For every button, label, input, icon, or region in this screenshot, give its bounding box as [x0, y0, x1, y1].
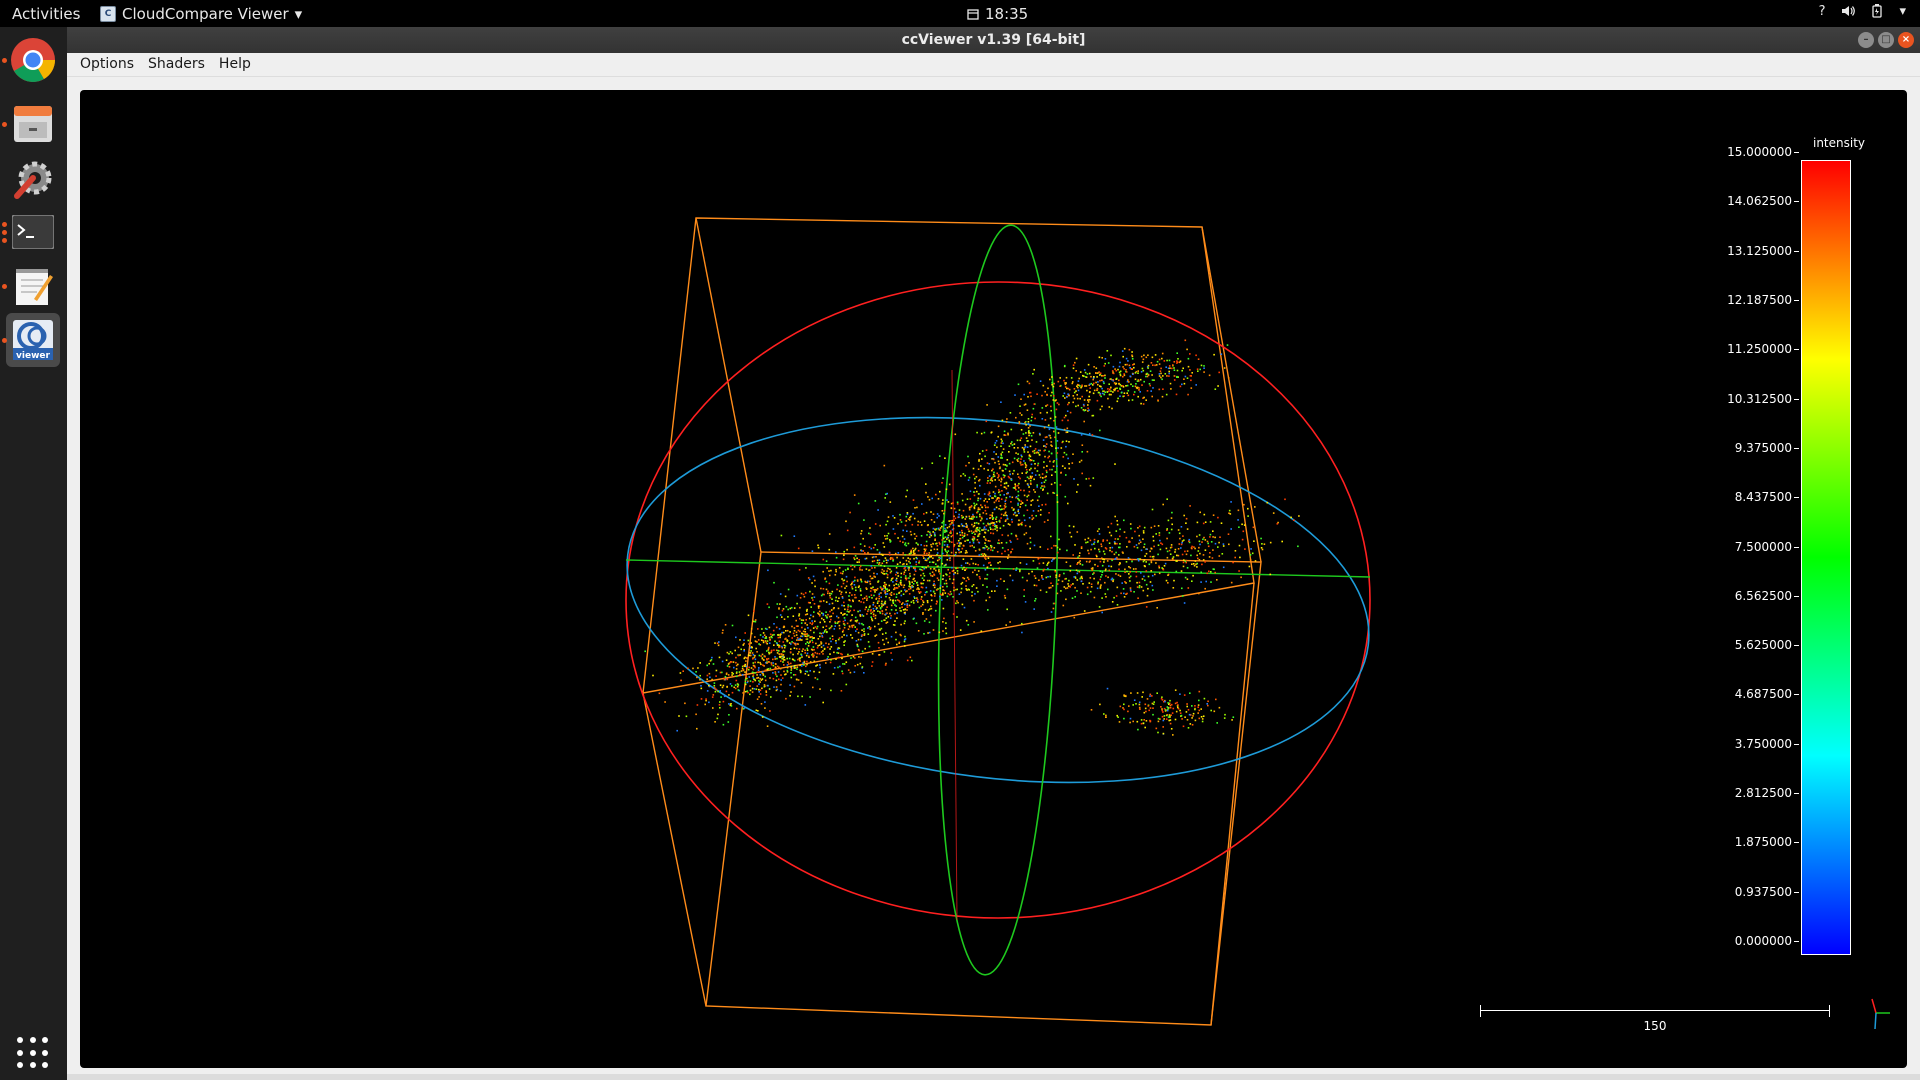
help-icon[interactable]: ? [1819, 4, 1826, 19]
volume-icon[interactable] [1841, 4, 1856, 18]
show-applications-button[interactable] [17, 1037, 49, 1069]
trackball-axis-z [951, 369, 958, 921]
window-controls: – □ × [1858, 32, 1914, 48]
ccviewer-launcher[interactable]: viewer [6, 313, 60, 367]
close-button[interactable]: × [1898, 32, 1914, 48]
ccviewer-icon: viewer [13, 320, 53, 361]
app-menu-label: CloudCompare Viewer [122, 5, 289, 23]
minimize-button[interactable]: – [1858, 32, 1874, 48]
menu-options[interactable]: Options [73, 53, 141, 76]
scale-label: 8.437500 [1734, 490, 1800, 505]
scale-label: 0.000000 [1734, 934, 1800, 948]
chevron-down-icon: ▾ [294, 5, 303, 23]
menu-help[interactable]: Help [212, 53, 258, 76]
scale-ruler [1480, 1005, 1830, 1017]
terminal-launcher[interactable] [6, 205, 60, 259]
files-launcher[interactable] [6, 97, 60, 151]
scale-label: 2.812500 [1734, 786, 1800, 801]
scale-label: 13.125000 [1727, 243, 1799, 258]
scale-label: 9.375000 [1734, 440, 1800, 455]
trackball-circle-x [625, 281, 1371, 919]
scale-label: 15.000000 [1727, 145, 1799, 159]
terminal-icon [12, 215, 54, 249]
running-indicator [2, 338, 7, 343]
running-indicator [2, 58, 7, 63]
bounding-box [642, 217, 1262, 1026]
trackball-circle-z [626, 416, 1370, 784]
cloudcompare-small-icon: C [100, 6, 116, 22]
text-editor-launcher[interactable] [6, 259, 60, 313]
scale-label: 10.312500 [1727, 391, 1799, 406]
scale-label: 11.250000 [1727, 342, 1799, 357]
chrome-icon [11, 38, 55, 82]
ccviewer-icon-label: viewer [16, 351, 50, 361]
ccviewer-window: ccViewer v1.39 [64-bit] – □ × Options Sh… [67, 27, 1920, 1080]
text-editor-icon [16, 269, 53, 305]
scale-label: 7.500000 [1734, 539, 1800, 554]
settings-launcher[interactable] [6, 151, 60, 205]
scalar-field-title: intensity [1812, 136, 1866, 150]
settings-icon [14, 161, 52, 199]
scale-label: 6.562500 [1734, 588, 1800, 603]
window-title: ccViewer v1.39 [64-bit] [901, 32, 1086, 48]
running-indicator [2, 238, 7, 243]
color-scale-labels: 15.000000 14.062500 13.125000 12.187500 11.2… [1680, 90, 1800, 1068]
running-indicator [2, 230, 7, 235]
maximize-button[interactable]: □ [1878, 32, 1894, 48]
system-tray[interactable]: ? ▾ [1819, 4, 1906, 19]
running-indicator [2, 222, 7, 227]
trackball-circle-y [937, 224, 1059, 976]
scale-label: 5.625000 [1734, 638, 1800, 653]
gnome-top-bar: Activities C CloudCompare Viewer ▾ 18:35… [0, 0, 1920, 27]
clock[interactable]: 18:35 [967, 5, 1028, 23]
axis-trihedron-icon [1871, 998, 1890, 1030]
menu-shaders[interactable]: Shaders [141, 53, 212, 76]
files-icon [14, 106, 52, 142]
power-icon[interactable] [1871, 4, 1883, 18]
scale-label: 1.875000 [1734, 835, 1800, 850]
menu-arrow-icon[interactable]: ▾ [1899, 4, 1906, 19]
window-titlebar[interactable]: ccViewer v1.39 [64-bit] – □ × [67, 27, 1920, 53]
dock: viewer [0, 27, 67, 1080]
app-menu[interactable]: C CloudCompare Viewer ▾ [100, 5, 302, 23]
point-cloud-scene [625, 217, 1371, 1026]
color-scale-bar [1801, 160, 1851, 955]
point-cloud [644, 339, 1300, 736]
scale-label: 12.187500 [1727, 292, 1799, 307]
3d-viewport[interactable]: intensity 15.000000 14.062500 13.125000 12.… [80, 90, 1907, 1068]
chrome-launcher[interactable] [6, 33, 60, 87]
activities-button[interactable]: Activities [12, 5, 80, 23]
status-strip [67, 1074, 1920, 1080]
calendar-icon [967, 9, 979, 20]
scale-label: 4.687500 [1734, 687, 1800, 702]
running-indicator [2, 122, 7, 127]
clock-time: 18:35 [985, 5, 1029, 23]
scale-ruler-label: 150 [1643, 1019, 1667, 1033]
scale-label: 14.062500 [1727, 194, 1799, 209]
menu-bar: Options Shaders Help [67, 53, 1920, 77]
scale-label: 3.750000 [1734, 736, 1800, 751]
running-indicator [2, 284, 7, 289]
scale-label: 0.937500 [1734, 884, 1800, 899]
